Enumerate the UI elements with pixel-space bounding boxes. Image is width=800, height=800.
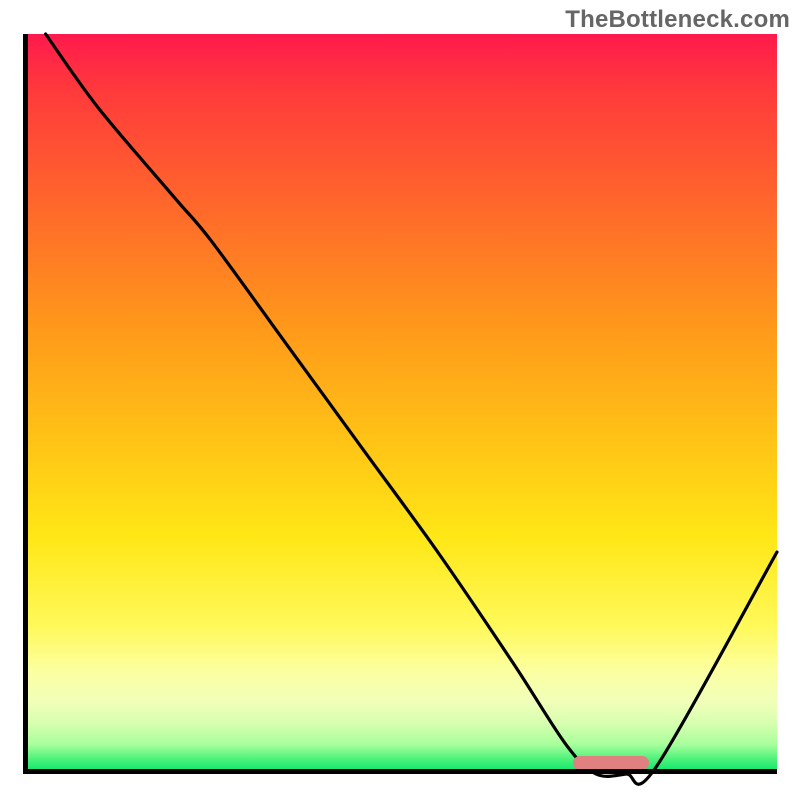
bottleneck-curve <box>46 34 777 784</box>
optimal-range-marker <box>573 756 648 770</box>
watermark-text: TheBottleneck.com <box>565 6 790 34</box>
chart-container: TheBottleneck.com <box>0 0 800 800</box>
plot-area <box>23 34 777 774</box>
curve-svg <box>23 34 777 774</box>
